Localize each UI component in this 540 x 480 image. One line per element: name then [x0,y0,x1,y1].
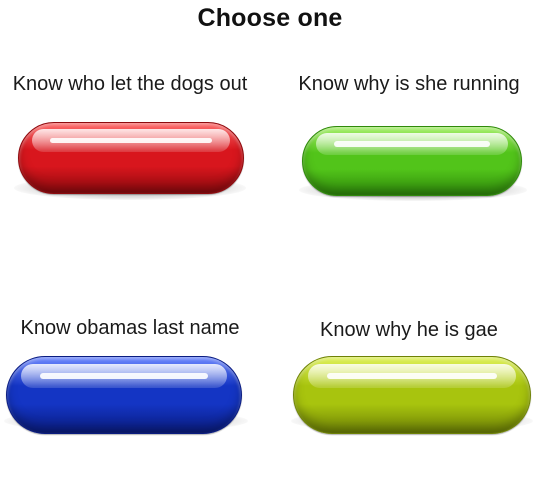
green-pill-button[interactable] [302,126,522,196]
blue-pill-button[interactable] [6,356,242,434]
red-pill-button[interactable] [18,122,244,194]
option-label: Know why is she running [298,73,520,95]
option-label: Know why he is gae [320,319,498,341]
option-yellow-green: Know why he is gae [279,310,539,480]
option-blue: Know obamas last name [0,310,260,480]
yellow-green-pill-button[interactable] [293,356,531,434]
option-label: Know who let the dogs out [12,73,248,95]
option-red: Know who let the dogs out [0,66,260,236]
option-green: Know why is she running [279,66,539,236]
page-title: Choose one [197,4,343,32]
option-label: Know obamas last name [20,317,240,339]
